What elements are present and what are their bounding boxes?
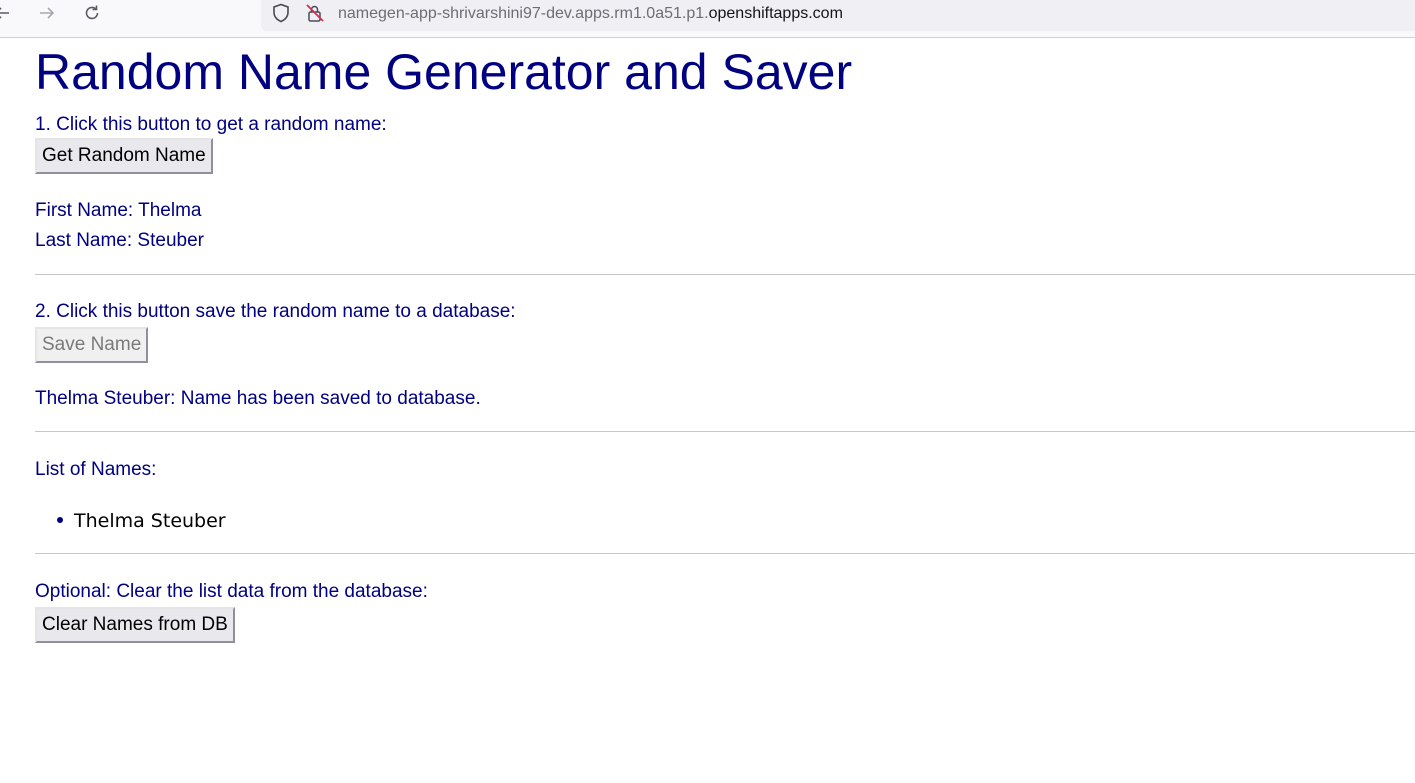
page-title: Random Name Generator and Saver — [35, 44, 853, 100]
divider — [35, 431, 1415, 432]
url-subdomain: namegen-app-shrivarshini97-dev.apps.rm1.… — [338, 5, 709, 22]
insecure-lock-icon[interactable] — [304, 2, 326, 24]
bullet-icon — [57, 517, 63, 523]
reload-icon[interactable] — [80, 2, 104, 24]
first-name-text: First Name: Thelma — [35, 200, 202, 221]
clear-names-button[interactable]: Clear Names from DB — [35, 607, 235, 643]
divider — [35, 274, 1415, 275]
divider — [35, 553, 1415, 554]
save-status-text: Thelma Steuber: Name has been saved to d… — [35, 388, 481, 409]
list-item: Thelma Steuber — [57, 510, 226, 532]
last-name-text: Last Name: Steuber — [35, 230, 204, 251]
list-item-text: Thelma Steuber — [74, 510, 226, 532]
shield-icon[interactable] — [270, 2, 292, 24]
address-bar[interactable]: namegen-app-shrivarshini97-dev.apps.rm1.… — [261, 0, 1415, 31]
list-label: List of Names: — [35, 459, 157, 480]
get-random-name-button[interactable]: Get Random Name — [35, 138, 213, 174]
step2-label: 2. Click this button save the random nam… — [35, 301, 516, 322]
url-domain: openshiftapps.com — [708, 5, 843, 22]
forward-arrow-icon[interactable] — [35, 2, 59, 24]
optional-label: Optional: Clear the list data from the d… — [35, 581, 428, 602]
step1-label: 1. Click this button to get a random nam… — [35, 114, 387, 135]
back-arrow-icon[interactable] — [0, 2, 14, 24]
url-text: namegen-app-shrivarshini97-dev.apps.rm1.… — [338, 5, 843, 23]
browser-toolbar: namegen-app-shrivarshini97-dev.apps.rm1.… — [0, 0, 1415, 38]
save-name-button[interactable]: Save Name — [35, 327, 149, 363]
names-list: Thelma Steuber — [57, 510, 226, 532]
